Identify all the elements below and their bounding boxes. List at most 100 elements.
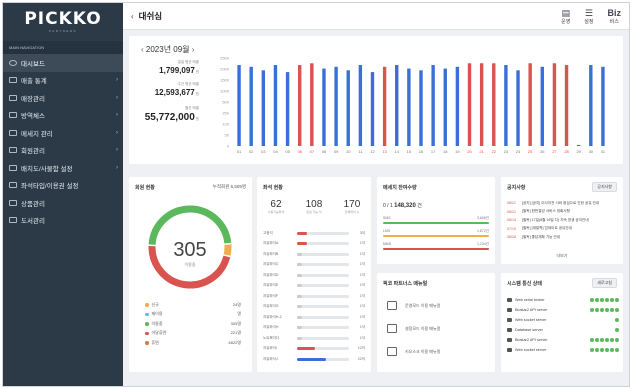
- seat-row-bar-fill: [297, 347, 316, 351]
- message-row: MMS 1,234건: [383, 242, 489, 250]
- manual-label: 키오스크 이용 매뉴얼: [405, 348, 441, 354]
- sidebar-item-4[interactable]: 메세지 관리 ›: [3, 124, 123, 142]
- seat-card-title: 좌석 현황: [263, 185, 283, 191]
- notice-item[interactable]: 08/14 [필독] 17일(8월 19일 디) 지속 방생 공지안내: [507, 216, 619, 225]
- server-icon: [507, 318, 512, 322]
- app-frame: PICKKO PARTNERS MAIN NAVIGATION 대시보드 매출 통…: [2, 2, 630, 387]
- notice-item[interactable]: 06/28 [필독] 좋답재확 기능 안내: [507, 233, 619, 242]
- manual-label: 운영모드 이용 매뉴얼: [405, 302, 441, 308]
- sidebar-item-2[interactable]: 매장관리 ›: [3, 89, 123, 107]
- sidebar-item-8[interactable]: 상품관리: [3, 194, 123, 212]
- notice-button[interactable]: 공지사항: [592, 182, 617, 192]
- seat-stat-value: 108: [305, 199, 323, 210]
- bar-23: [504, 65, 508, 146]
- bar-18: [443, 68, 447, 146]
- message-row: LMS 1,872건: [383, 229, 489, 237]
- x-tick-label: 14: [395, 149, 400, 154]
- y-tick-label: 500: [222, 100, 229, 105]
- refresh-button[interactable]: 새로고침: [592, 278, 617, 288]
- back-icon[interactable]: ‹: [131, 12, 134, 21]
- seat-row-bar-fill: [297, 273, 303, 277]
- manual-link-settings[interactable]: 설정모드 이용 매뉴얼: [387, 324, 440, 333]
- legend-dot: [145, 303, 149, 307]
- manual-link-kiosk[interactable]: 키오스크 이용 매뉴얼: [387, 347, 440, 356]
- seat-row-name: 자유좌석H-2: [263, 314, 282, 319]
- notice-item[interactable]: 08/21 [공지] [공지] 이사이전 서비 점검으로 인한 공유 안내: [507, 199, 619, 208]
- settings-button[interactable]: ☰ 설정: [584, 8, 593, 25]
- sidebar-item-label: 매출 통계: [21, 78, 47, 86]
- message-count: 3,606건: [477, 216, 489, 220]
- seat-status-card: 좌석 현황 62 사용가능좌석 108 입실 가능 석 170 전체좌석 수 고…: [257, 177, 371, 372]
- month-label: 2023년 09월: [145, 45, 190, 54]
- seat-row-bar-fill: [297, 357, 326, 361]
- seat-row-name: 자유좌석B: [263, 251, 279, 256]
- legend-label: 휴면: [151, 339, 159, 345]
- bar-07: [310, 63, 314, 146]
- sidebar-item-6[interactable]: 배치도/사물함 설정 ›: [3, 159, 123, 177]
- x-tick-label: 08: [322, 149, 327, 154]
- sidebar-item-0[interactable]: 대시보드: [3, 54, 123, 72]
- y-tick-label: 1500: [220, 78, 230, 83]
- seat-row: 자유좌석I 12석: [263, 344, 365, 355]
- notice-item[interactable]: 08/21 [필독] 한번결성 서비스 정회사항: [507, 208, 619, 217]
- seat-row: 자유좌석J 22석: [263, 354, 365, 365]
- status-ok-icon: [595, 308, 599, 312]
- status-ok-icon: [610, 348, 614, 352]
- next-month-icon[interactable]: ›: [192, 45, 195, 54]
- legend-value: 24명: [232, 301, 241, 307]
- status-ok-icon: [590, 308, 594, 312]
- y-tick-label: 250: [222, 111, 229, 116]
- seat-row-bar-fill: [297, 231, 308, 235]
- message-remaining: 0 / 1 148,320 건: [383, 202, 422, 209]
- seat-stat-available: 62 사용가능좌석: [268, 199, 285, 214]
- seat-row-count: 1석: [359, 283, 365, 288]
- sidebar-item-1[interactable]: 매출 통계 ›: [3, 72, 123, 90]
- operation-button[interactable]: ▤ 운영: [561, 8, 570, 25]
- kiosk-icon: [387, 347, 397, 356]
- x-tick-label: 09: [334, 149, 339, 154]
- seat-row-bar: [297, 273, 349, 277]
- seat-stat-enterable: 108 입실 가능 석: [306, 199, 323, 214]
- manual-link-operation[interactable]: 운영모드 이용 매뉴얼: [387, 301, 440, 310]
- seat-stat-label: 사용가능좌석: [267, 210, 285, 214]
- more-link[interactable]: 더보기: [501, 253, 623, 259]
- book-open-icon: [387, 301, 397, 310]
- seat-row-name: 자유좌석E: [263, 283, 279, 288]
- sidebar-item-label: 대시보드: [21, 60, 45, 68]
- biz-button[interactable]: Biz 비스: [608, 8, 622, 25]
- status-ok-icon: [605, 298, 609, 302]
- bar-10: [346, 70, 350, 146]
- sidebar-item-7[interactable]: 좌석타입/이용권 설정: [3, 177, 123, 195]
- x-tick-label: 05: [285, 149, 290, 154]
- donut-center: 305 이용중: [145, 239, 235, 268]
- x-tick-label: 31: [601, 149, 606, 154]
- x-tick-label: 15: [407, 149, 412, 154]
- donut-value: 305: [173, 239, 207, 261]
- seat-row: 자유좌석E 1석: [263, 281, 365, 292]
- x-tick-label: 03: [261, 149, 266, 154]
- notice-date: 06/28: [507, 235, 516, 240]
- prev-month-icon[interactable]: ‹: [141, 45, 144, 54]
- logo[interactable]: PICKKO PARTNERS: [3, 3, 123, 41]
- revenue-bar-chart: 250020001500100050025010050001 02 03 04 05 06…: [220, 56, 606, 155]
- seat-row: 자유좌석C 1석: [263, 260, 365, 271]
- notice-date: 08/14: [507, 218, 516, 223]
- month-selector[interactable]: ‹ 2023년 09월 ›: [141, 44, 194, 55]
- x-tick-label: 22: [492, 149, 497, 154]
- chevron-right-icon: ›: [116, 94, 118, 101]
- notice-item[interactable]: 07/19 [필독] [재발학] 업데이트 공유안내: [507, 225, 619, 234]
- sidebar-item-9[interactable]: 도서관리: [3, 212, 123, 230]
- sidebar-item-5[interactable]: 회원관리 ›: [3, 142, 123, 160]
- seat-row-bar: [297, 336, 349, 340]
- seat-row: 자유좌석A 1석: [263, 239, 365, 250]
- status-ok-icon: [595, 338, 599, 342]
- status-indicators: [615, 328, 619, 332]
- notice-date: 07/19: [507, 226, 516, 231]
- status-ok-icon: [605, 338, 609, 342]
- system-status-row: Database server: [507, 325, 619, 335]
- system-status-row: Biostar2 API server: [507, 335, 619, 345]
- sidebar-item-3[interactable]: 방역체스 ›: [3, 107, 123, 125]
- seat-row-bar: [297, 347, 349, 351]
- ticket-icon: [9, 182, 17, 189]
- x-tick-label: 29: [576, 149, 581, 154]
